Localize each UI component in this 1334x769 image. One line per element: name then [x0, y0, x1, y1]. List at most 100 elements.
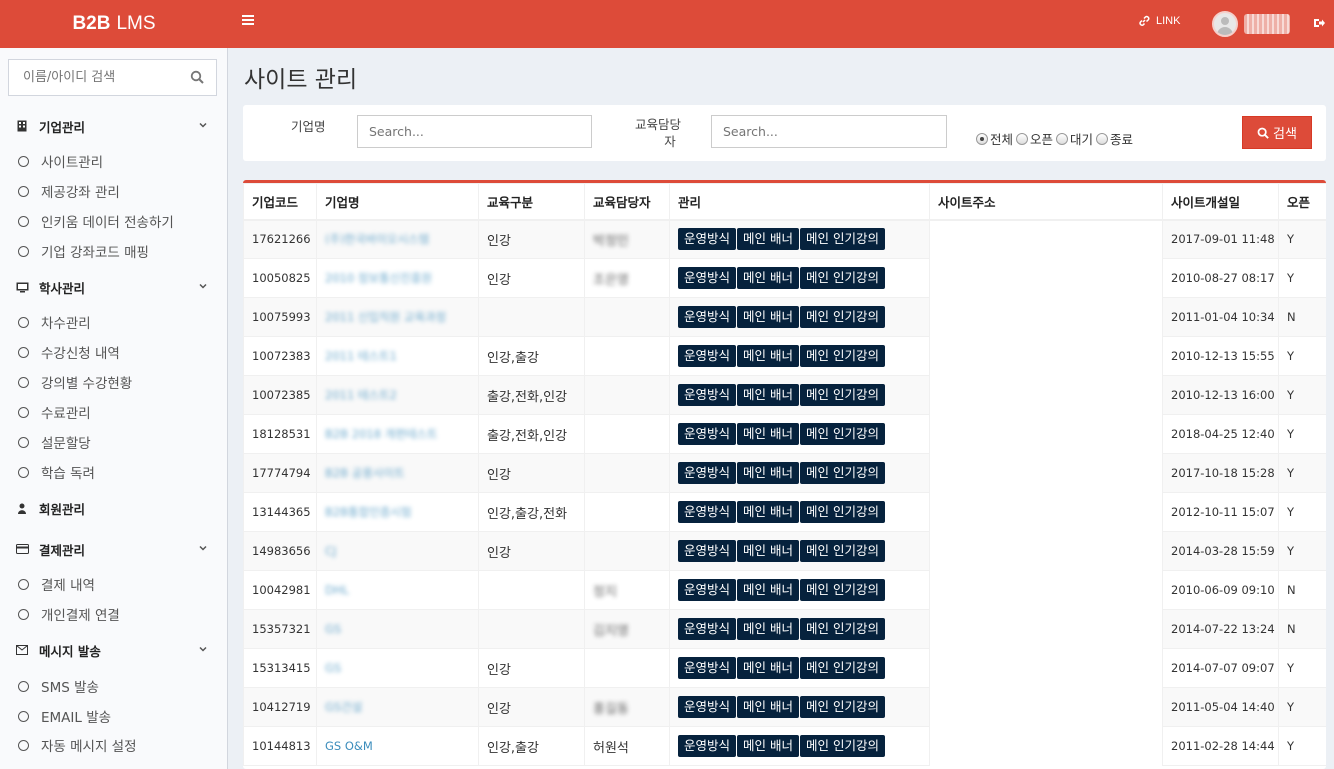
table-row[interactable]: 10144813GS O&M인강,출강허원석운영방식메인 배너메인 인기강의ht… [243, 726, 1326, 766]
radio-dot[interactable] [1056, 132, 1069, 145]
cell-company-name[interactable]: (주)한국바이오시스템 [316, 219, 479, 259]
sidebar-item-auto-message[interactable]: 자동 메시지 설정 [0, 731, 228, 759]
menu-group-academic[interactable]: 학사관리 [0, 272, 228, 302]
company-name-link[interactable]: B2B통합인증시험 [325, 505, 412, 519]
company-name-link[interactable]: DHL [325, 583, 349, 597]
sidebar-item-completion[interactable]: 수료관리 [0, 398, 228, 426]
operation-mode-button[interactable]: 운영방식 [678, 306, 737, 328]
sidebar-item-email[interactable]: EMAIL 발송 [0, 702, 228, 730]
manager-search-input[interactable] [711, 115, 947, 148]
main-popular-lecture-button[interactable]: 메인 인기강의 [800, 618, 885, 640]
radio-dot[interactable] [1096, 132, 1109, 145]
sidebar-item-survey[interactable]: 설문할당 [0, 428, 228, 456]
col-header-open[interactable]: 오픈 [1278, 183, 1326, 221]
table-row[interactable]: 17774794B2B 공용사이트인강운영방식메인 배너메인 인기강의http:… [243, 453, 1326, 493]
menu-group-company[interactable]: 기업관리 [0, 111, 228, 141]
main-banner-button[interactable]: 메인 배너 [737, 228, 799, 251]
sidebar-item-payment-history[interactable]: 결제 내역 [0, 570, 228, 598]
operation-mode-button[interactable]: 운영방식 [678, 228, 737, 251]
cell-company-name[interactable]: B2B통합인증시험 [316, 492, 479, 532]
radio-waiting[interactable]: 대기 [1056, 129, 1093, 148]
sidebar-item-course-provide[interactable]: 제공강좌 관리 [0, 177, 228, 205]
col-header-url[interactable]: 사이트주소 [929, 183, 1163, 221]
operation-mode-button[interactable]: 운영방식 [678, 384, 737, 406]
main-popular-lecture-button[interactable]: 메인 인기강의 [800, 540, 885, 562]
sidebar-item-course-mapping[interactable]: 기업 강좌코드 매핑 [0, 237, 228, 265]
col-header-name[interactable]: 기업명 [316, 183, 479, 221]
operation-mode-button[interactable]: 운영방식 [678, 657, 737, 679]
sidebar-item-lecture-status[interactable]: 강의별 수강현황 [0, 368, 228, 396]
operation-mode-button[interactable]: 운영방식 [678, 345, 737, 367]
cell-company-name[interactable]: B2B 2018 개편테스트 [316, 414, 479, 454]
table-row[interactable]: 15313415GS인강운영방식메인 배너메인 인기강의http://gsoil… [243, 648, 1326, 688]
main-popular-lecture-button[interactable]: 메인 인기강의 [800, 462, 885, 484]
cell-company-name[interactable]: 2011 테스트1 [316, 336, 479, 376]
cell-company-name[interactable]: GS O&M [316, 726, 479, 766]
main-popular-lecture-button[interactable]: 메인 인기강의 [800, 579, 885, 601]
cell-company-name[interactable]: GS건설 [316, 687, 479, 727]
company-name-link[interactable]: GS건설 [325, 700, 362, 714]
link-button[interactable]: LINK [1138, 15, 1180, 27]
table-row[interactable]: 17621266 (주)한국바이오시스템 인강 박정민 운영방식 메인 배너 메인 인기강의… [243, 219, 1326, 259]
main-popular-lecture-button[interactable]: 메인 인기강의 [800, 345, 885, 367]
company-name-link[interactable]: GS [325, 622, 341, 636]
operation-mode-button[interactable]: 운영방식 [678, 423, 737, 445]
main-banner-button[interactable]: 메인 배너 [737, 657, 799, 679]
sidebar-search-input[interactable] [9, 60, 179, 95]
main-banner-button[interactable]: 메인 배너 [737, 462, 799, 484]
operation-mode-button[interactable]: 운영방식 [678, 501, 737, 523]
search-button[interactable]: 검색 [1242, 116, 1312, 149]
table-row[interactable]: 100723832011 테스트1인강,출강운영방식메인 배너메인 인기강의ht… [243, 336, 1326, 376]
cell-company-name[interactable]: B2B 공용사이트 [316, 453, 479, 493]
main-banner-button[interactable]: 메인 배너 [737, 540, 799, 562]
main-banner-button[interactable]: 메인 배너 [737, 423, 799, 445]
company-search-input[interactable] [357, 115, 592, 148]
company-name-link[interactable]: GS O&M [325, 739, 373, 753]
radio-dot[interactable] [976, 132, 988, 145]
main-banner-button[interactable]: 메인 배너 [737, 501, 799, 523]
col-header-kind[interactable]: 교육구분 [478, 183, 585, 221]
operation-mode-button[interactable]: 운영방식 [678, 696, 737, 718]
menu-toggle-icon[interactable] [242, 15, 254, 27]
company-name-link[interactable]: 2010 정보통신진흥원 [325, 271, 432, 285]
company-name-link[interactable]: 2011 신입직원 교육과정 [325, 310, 446, 324]
main-banner-button[interactable]: 메인 배너 [737, 579, 799, 601]
operation-mode-button[interactable]: 운영방식 [678, 267, 737, 289]
table-row[interactable]: 10050825 2010 정보통신진흥원 인강 조은영 운영방식 메인 배너 메인 인기강… [243, 258, 1326, 298]
sidebar-item-site-manage[interactable]: 사이트관리 [0, 147, 228, 175]
cell-company-name[interactable]: DHL [316, 570, 479, 610]
cell-company-name[interactable]: GS [316, 648, 479, 688]
table-row[interactable]: 13144365 B2B통합인증시험 인강,출강,전화 운영방식 메인 배너 메인 인기강… [243, 492, 1326, 532]
table-row[interactable]: 100759932011 신입직원 교육과정운영방식메인 배너메인 인기강의ht… [243, 297, 1326, 337]
company-name-link[interactable]: GS [325, 661, 341, 675]
col-header-manager[interactable]: 교육담당자 [584, 183, 670, 221]
table-row[interactable]: 10412719GS건설인강홍길동운영방식메인 배너메인 인기강의http://… [243, 687, 1326, 727]
table-row[interactable]: 14983656CJ인강운영방식메인 배너메인 인기강의http://cj14.… [243, 531, 1326, 571]
radio-open[interactable]: 오픈 [1016, 129, 1053, 148]
main-banner-button[interactable]: 메인 배너 [737, 696, 799, 718]
user-name-redacted[interactable] [1244, 14, 1290, 34]
main-banner-button[interactable]: 메인 배너 [737, 306, 799, 328]
main-popular-lecture-button[interactable]: 메인 인기강의 [800, 501, 885, 523]
operation-mode-button[interactable]: 운영방식 [678, 618, 737, 640]
main-popular-lecture-button[interactable]: 메인 인기강의 [800, 267, 885, 289]
col-header-date[interactable]: 사이트개설일 [1162, 183, 1279, 221]
main-popular-lecture-button[interactable]: 메인 인기강의 [800, 228, 885, 251]
cell-company-name[interactable]: 2011 신입직원 교육과정 [316, 297, 479, 337]
sidebar-item-enroll-history[interactable]: 수강신청 내역 [0, 338, 228, 366]
operation-mode-button[interactable]: 운영방식 [678, 735, 737, 757]
main-popular-lecture-button[interactable]: 메인 인기강의 [800, 735, 885, 757]
cell-company-name[interactable]: CJ [316, 531, 479, 571]
table-row[interactable]: 18128531 B2B 2018 개편테스트 출강,전화,인강 운영방식 메인 배너 메… [243, 414, 1326, 454]
user-avatar[interactable] [1212, 11, 1238, 37]
company-name-link[interactable]: CJ [325, 544, 336, 558]
menu-group-message[interactable]: 메시지 발송 [0, 635, 228, 665]
sidebar-item-personal-payment[interactable]: 개인결제 연결 [0, 600, 228, 628]
company-name-link[interactable]: 2011 테스트1 [325, 349, 397, 363]
sidebar-item-data-transfer[interactable]: 인키움 데이터 전송하기 [0, 207, 228, 235]
main-banner-button[interactable]: 메인 배너 [737, 735, 799, 757]
sidebar-item-sms[interactable]: SMS 발송 [0, 672, 228, 700]
col-header-code[interactable]: 기업코드 [243, 183, 317, 221]
sidebar-item-encourage[interactable]: 학습 독려 [0, 458, 228, 486]
main-popular-lecture-button[interactable]: 메인 인기강의 [800, 423, 885, 445]
